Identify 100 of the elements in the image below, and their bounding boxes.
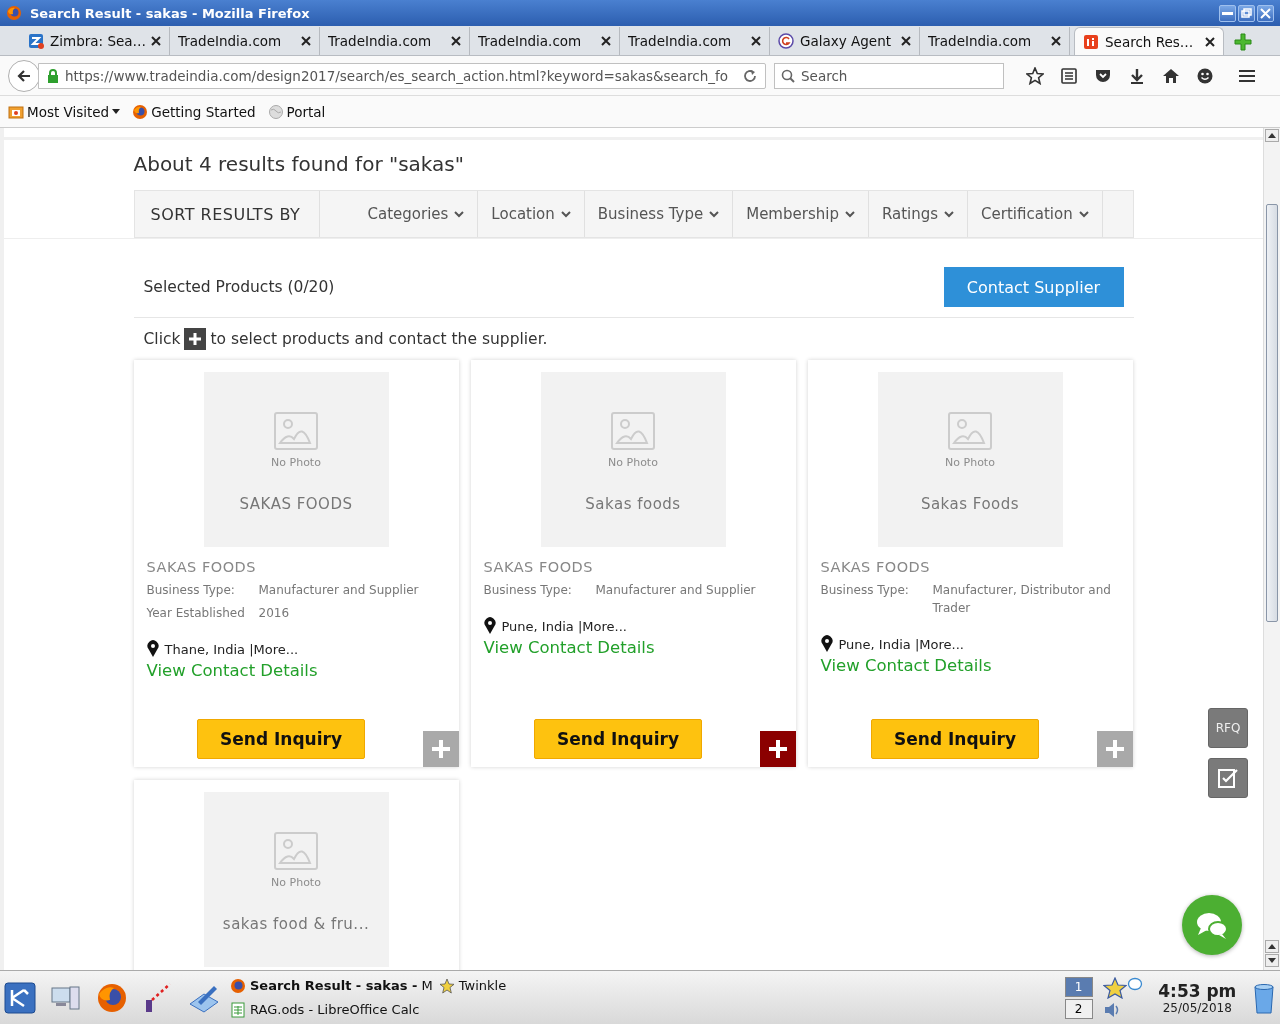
trash-icon[interactable] [1252,981,1276,1014]
select-toggle-button[interactable] [759,731,796,767]
detail-label: Business Type: [820,582,910,599]
map-pin-icon [820,635,833,653]
browser-tab[interactable]: TradeIndia.com [170,27,320,55]
image-placeholder-icon [274,832,318,870]
smiley-icon[interactable] [1196,66,1214,85]
photo-title: Sakas Foods [920,495,1020,513]
search-field[interactable]: Search [774,62,1004,89]
no-photo-label: No Photo [608,456,658,469]
bookmark-item[interactable]: Most Visited [8,103,121,120]
image-placeholder-icon [948,412,992,450]
chevron-down-icon [560,210,571,218]
bookmark-star-icon[interactable] [1026,66,1044,85]
address-bar[interactable]: https://www.tradeindia.com/design2017/search/es_search_action.html?keyword=sakas&search_fo [38,62,766,89]
plus-icon [430,739,451,759]
close-icon[interactable] [1051,36,1061,46]
select-toggle-button[interactable] [1096,731,1133,767]
results-heading: About 4 results found for "sakas" [133,152,465,176]
selected-products-count: Selected Products (0/20) [143,278,335,296]
back-arrow-icon [16,67,32,84]
firefox-icon[interactable] [96,981,128,1014]
browser-tab[interactable]: TradeIndia.com [920,27,1070,55]
minimize-button[interactable] [1219,4,1236,22]
select-toggle-button[interactable] [422,731,459,767]
detail-value: Manufacturer and Supplier [595,582,757,599]
no-photo-label: No Photo [271,456,321,469]
taskbar-item[interactable]: RAG.ods - LibreOffice Calc [230,997,433,1022]
close-icon [1258,5,1273,21]
close-icon[interactable] [151,36,161,46]
swirl-icon [778,33,794,49]
plus-icon [184,328,207,350]
scroll-up-arrow-icon[interactable] [1268,133,1276,138]
no-photo-label: No Photo [945,456,995,469]
scroll-up-arrow-icon[interactable] [1268,944,1276,949]
clock-date: 25/05/2018 [1162,1000,1232,1015]
back-button[interactable] [8,59,40,92]
photo-title: SAKAS FOODS [239,495,353,513]
photo-title: sakas food & fru... [222,915,370,933]
photo-title: Sakas foods [585,495,681,513]
map-pin-icon [146,640,159,658]
close-icon[interactable] [751,36,761,46]
send-inquiry-button[interactable]: Send Inquiry [197,719,365,759]
edit-button[interactable] [1208,758,1248,798]
browser-tab[interactable]: TradeIndia.com [320,27,470,55]
search-icon [781,68,795,83]
caret-icon [112,108,121,115]
scrollbar[interactable] [1263,128,1280,970]
browser-tab[interactable]: Search Res… [1074,27,1224,55]
filter-dropdown[interactable]: Ratings [868,191,969,237]
hint-text: Click [143,330,181,348]
detail-label: Year Established [146,605,246,622]
close-button[interactable] [1257,4,1274,22]
detail-value: Manufacturer, Distributor and Trader [932,582,1112,617]
reload-icon[interactable] [743,68,757,83]
send-inquiry-button[interactable]: Send Inquiry [871,719,1039,759]
app-menu-icon[interactable] [4,981,36,1014]
home-icon[interactable] [1162,66,1180,85]
bookmark-item[interactable]: Getting Started [132,103,256,120]
close-icon[interactable] [301,36,311,46]
clock-time: 4:53 pm [1158,980,1237,1001]
close-icon[interactable] [901,36,911,46]
chat-bubbles-icon [1195,910,1229,940]
url-text: https://www.tradeindia.com/design2017/search/es_search_action.html?keyword=sakas&search_fo [65,67,730,84]
browser-tab[interactable]: TradeIndia.com [470,27,620,55]
maximize-button[interactable] [1238,4,1255,22]
chat-button[interactable] [1182,895,1242,955]
download-icon[interactable] [1128,66,1146,85]
firefox-icon [230,977,246,994]
filter-dropdown[interactable]: Membership [733,191,869,237]
close-icon[interactable] [451,36,461,46]
browser-tab[interactable]: Galaxy Agent [770,27,920,55]
checklist-edit-icon [1217,767,1239,789]
close-icon[interactable] [1205,36,1215,47]
company-name: SAKAS FOODS [820,559,931,575]
bookmark-item[interactable]: Portal [267,103,326,120]
taskbar-item[interactable]: Search Result - sakas - M [230,973,433,998]
desktop-switch[interactable]: 2 [1064,998,1093,1019]
detail-label: Business Type: [146,582,236,599]
rfq-button[interactable]: RFQ [1208,708,1248,748]
browser-tab[interactable]: TradeIndia.com [620,27,770,55]
reading-list-icon[interactable] [1060,66,1078,85]
filter-dropdown[interactable]: Location [478,191,585,237]
globe-icon [267,103,284,120]
chat-bubble-icon[interactable] [1126,976,1143,993]
browser-tab[interactable]: Zimbra: Sea… [20,27,170,55]
filter-dropdown[interactable]: Business Type [584,191,734,237]
location-text: Pune, India |More... [501,618,627,634]
send-inquiry-button[interactable]: Send Inquiry [534,719,702,759]
company-name: SAKAS FOODS [146,559,257,575]
restore-icon [1239,5,1254,21]
scroll-down-arrow-icon[interactable] [1268,958,1276,963]
detail-value: Manufacturer and Supplier [258,582,420,599]
filter-dropdown[interactable]: Categories [319,191,479,237]
filter-dropdown[interactable]: Certification [968,191,1103,237]
new-tab-icon[interactable] [1234,33,1252,51]
star-icon[interactable] [1102,976,1127,999]
close-icon[interactable] [601,36,611,46]
taskbar-item[interactable]: Twinkle [438,973,507,998]
desktop-switch[interactable]: 1 [1064,976,1093,997]
